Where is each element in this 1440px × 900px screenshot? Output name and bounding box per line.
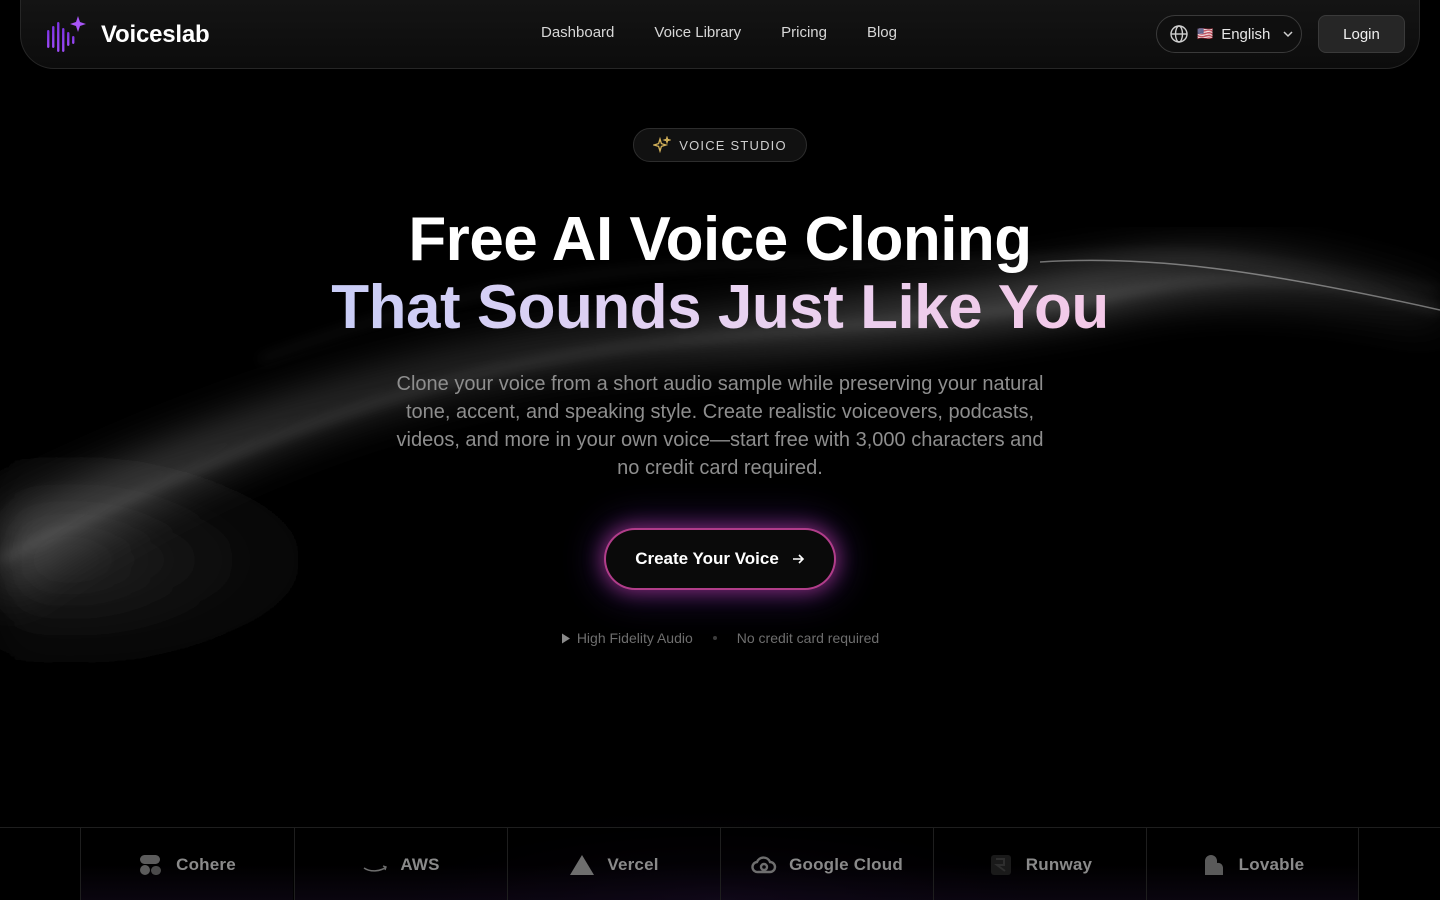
vercel-logo-icon — [570, 854, 595, 875]
brand[interactable]: Voiceslab — [45, 14, 210, 56]
feature-item: High Fidelity Audio — [561, 630, 693, 646]
partner-vercel: Vercel — [507, 828, 720, 900]
login-button[interactable]: Login — [1318, 15, 1405, 53]
lovable-logo-icon — [1204, 854, 1223, 875]
brand-logo-icon — [47, 16, 86, 52]
partner-name: Cohere — [176, 854, 236, 874]
sparkles-icon — [653, 136, 672, 154]
top-navbar: Voiceslab Dashboard Voice Library Pricin… — [20, 0, 1420, 69]
language-label: English — [1221, 25, 1271, 43]
create-voice-button[interactable]: Create Your Voice — [606, 530, 834, 588]
partner-name: Google Cloud — [789, 854, 903, 874]
brand-name: Voiceslab — [101, 21, 210, 48]
feature-high-fidelity: High Fidelity Audio — [576, 630, 693, 646]
partner-aws: AWS — [294, 828, 507, 900]
nav-link-voice-library[interactable]: Voice Library — [654, 24, 741, 41]
language-selector[interactable]: 🇺🇸 English — [1156, 15, 1302, 53]
nav-link-dashboard[interactable]: Dashboard — [541, 24, 614, 41]
partner-runway: Runway — [933, 828, 1146, 900]
hero-badge-label: VOICE STUDIO — [679, 137, 787, 153]
chevron-down-icon — [1283, 31, 1293, 38]
feature-no-credit-card: No credit card required — [736, 630, 880, 646]
partner-name: Vercel — [607, 854, 659, 874]
cohere-logo-icon — [140, 854, 162, 875]
partner-google-cloud: Google Cloud — [720, 828, 933, 900]
feature-item: No credit card required — [737, 630, 879, 646]
hero-title-gradient-text: That Sounds Just Like You — [331, 273, 1109, 342]
partner-cohere: Cohere — [80, 828, 293, 900]
separator-dot — [712, 636, 717, 640]
partner-name: AWS — [400, 854, 440, 874]
hero-title-line2: That Sounds Just Like You — [0, 274, 1440, 342]
hero-badge: VOICE STUDIO — [633, 128, 807, 162]
globe-icon — [1170, 25, 1188, 43]
language-flag: 🇺🇸 — [1197, 26, 1214, 42]
play-icon — [561, 633, 570, 643]
nav-link-pricing[interactable]: Pricing — [781, 24, 827, 41]
hero-features: High Fidelity Audio No credit card requi… — [0, 630, 1440, 646]
partner-name: Lovable — [1238, 854, 1305, 874]
hero-description: Clone your voice from a short audio samp… — [396, 373, 1044, 479]
google-cloud-logo-icon — [751, 855, 777, 873]
main-nav: Dashboard Voice Library Pricing Blog — [541, 24, 897, 41]
aws-logo-icon — [363, 864, 388, 872]
hero-title-line1: Free AI Voice Cloning — [408, 205, 1032, 274]
partner-lovable: Lovable — [1146, 828, 1359, 900]
runway-logo-icon — [990, 854, 1011, 875]
nav-link-blog[interactable]: Blog — [867, 24, 897, 41]
partner-logo-bar: Cohere AWS Vercel Google Cloud Runway Lo… — [0, 827, 1440, 900]
create-voice-label: Create Your Voice — [635, 549, 779, 568]
arrow-right-icon — [792, 554, 804, 564]
partner-name: Runway — [1025, 854, 1093, 874]
